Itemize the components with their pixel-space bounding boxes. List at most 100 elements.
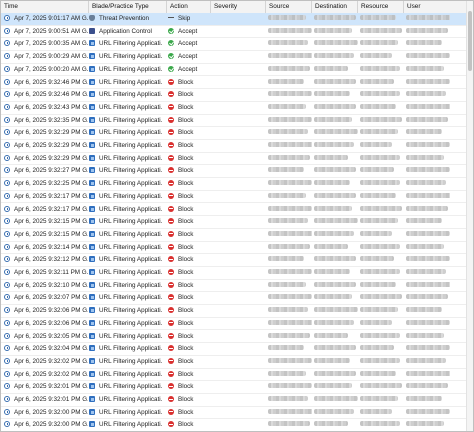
table-row[interactable]: Apr 7, 2025 9:00:35 AM G... URL Filtering… — [1, 38, 467, 52]
table-row[interactable]: Apr 6, 2025 9:32:35 PM G... URL Filtering… — [1, 115, 467, 128]
table-row[interactable]: Apr 6, 2025 9:32:06 PM G... URL Filtering… — [1, 318, 467, 331]
redacted-blur — [268, 281, 306, 287]
vertical-scrollbar[interactable] — [466, 1, 473, 431]
url-filtering-icon — [89, 383, 95, 390]
blade-cell: URL Filtering Applicati... — [89, 77, 163, 89]
redacted-blur — [360, 27, 402, 33]
time-cell: Apr 6, 2025 9:32:10 PM G... — [4, 280, 88, 292]
table-row[interactable]: Apr 6, 2025 9:32:01 PM G... URL Filtering… — [1, 381, 467, 394]
source-cell-redacted — [268, 216, 312, 228]
destination-cell-redacted — [314, 64, 358, 76]
table-row[interactable]: Apr 6, 2025 9:32:10 PM G... URL Filtering… — [1, 280, 467, 293]
time-cell: Apr 6, 2025 9:32:35 PM G... — [4, 115, 88, 127]
blade-text: URL Filtering Applicati... — [99, 243, 163, 251]
source-cell-redacted — [268, 280, 312, 292]
clock-icon — [4, 370, 10, 377]
table-row[interactable]: Apr 6, 2025 9:32:15 PM G... URL Filtering… — [1, 216, 467, 229]
action-cell: Block — [168, 381, 208, 393]
clock-icon — [4, 319, 10, 326]
action-cell: Block — [168, 102, 208, 114]
column-header-time[interactable]: Time — [1, 1, 89, 13]
clock-icon — [4, 281, 10, 288]
redacted-blur — [406, 396, 442, 401]
table-row[interactable]: Apr 6, 2025 9:32:29 PM G... URL Filtering… — [1, 153, 467, 166]
clock-icon — [4, 142, 10, 148]
table-row[interactable]: Apr 6, 2025 9:32:04 PM G... URL Filtering… — [1, 343, 467, 356]
table-row[interactable]: Apr 6, 2025 9:32:29 PM G... URL Filtering… — [1, 127, 467, 140]
resource-cell-redacted — [360, 127, 404, 139]
action-text: Block — [178, 396, 194, 403]
redacted-blur — [268, 357, 312, 363]
table-row[interactable]: Apr 6, 2025 9:32:17 PM G... URL Filtering… — [1, 204, 467, 217]
time-text: Apr 7, 2025 9:00:20 AM G... — [14, 65, 88, 73]
action-cell: Block — [168, 153, 208, 165]
table-row[interactable]: Apr 6, 2025 9:32:05 PM G... URL Filtering… — [1, 331, 467, 344]
url-filtering-icon — [89, 370, 95, 377]
table-row[interactable]: Apr 6, 2025 9:32:25 PM G... URL Filtering… — [1, 178, 467, 191]
resource-cell-redacted — [360, 216, 404, 228]
destination-cell-redacted — [314, 153, 358, 165]
table-row[interactable]: Apr 7, 2025 9:00:51 AM G... Application C… — [1, 26, 467, 39]
table-row[interactable]: Apr 6, 2025 9:32:02 PM G... URL Filtering… — [1, 369, 467, 382]
redacted-blur — [360, 65, 400, 71]
resource-cell-redacted — [360, 115, 404, 127]
column-header-user[interactable]: User — [404, 1, 467, 13]
table-row[interactable]: Apr 6, 2025 9:32:15 PM G... URL Filtering… — [1, 229, 467, 242]
table-row[interactable]: Apr 7, 2025 9:00:20 AM G... URL Filtering… — [1, 64, 467, 77]
column-header-severity[interactable]: Severity — [211, 1, 266, 13]
block-icon — [168, 281, 174, 288]
table-row[interactable]: Apr 6, 2025 9:32:12 PM G... URL Filtering… — [1, 254, 467, 267]
clock-icon — [4, 116, 10, 123]
table-row[interactable]: Apr 6, 2025 9:32:14 PM G... URL Filtering… — [1, 242, 467, 255]
redacted-blur — [360, 40, 398, 46]
redacted-blur — [360, 370, 396, 376]
blade-text: URL Filtering Applicati... — [99, 294, 163, 302]
redacted-blur — [268, 230, 312, 236]
action-text: Block — [178, 142, 194, 149]
blade-text: URL Filtering Applicati... — [99, 307, 163, 315]
url-filtering-icon — [89, 180, 95, 187]
redacted-blur — [314, 332, 348, 338]
table-row[interactable]: Apr 6, 2025 9:32:07 PM G... URL Filtering… — [1, 292, 467, 306]
table-row[interactable]: Apr 6, 2025 9:32:02 PM G... URL Filtering… — [1, 356, 467, 369]
column-header-destination[interactable]: Destination — [312, 1, 358, 13]
table-row[interactable]: Apr 6, 2025 9:32:43 PM G... URL Filtering… — [1, 102, 467, 115]
table-row[interactable]: Apr 7, 2025 9:00:29 AM G... URL Filtering… — [1, 51, 467, 64]
table-row[interactable]: Apr 6, 2025 9:32:11 PM G... URL Filtering… — [1, 267, 467, 280]
url-filtering-icon — [89, 256, 95, 263]
scrollbar-thumb[interactable] — [468, 11, 472, 71]
table-row[interactable]: Apr 6, 2025 9:32:27 PM G... URL Filtering… — [1, 165, 467, 179]
time-cell: Apr 6, 2025 9:32:17 PM G... — [4, 191, 88, 203]
redacted-blur — [268, 307, 308, 313]
table-row[interactable]: Apr 6, 2025 9:32:00 PM G... URL Filtering… — [1, 419, 467, 431]
redacted-blur — [314, 421, 348, 427]
blade-cell: Application Control — [89, 26, 163, 38]
column-header-blade[interactable]: Blade/Practice Type — [89, 1, 167, 13]
redacted-blur — [360, 332, 400, 338]
table-row[interactable]: Apr 6, 2025 9:32:46 PM G... URL Filtering… — [1, 77, 467, 90]
user-cell-redacted — [406, 127, 450, 139]
redacted-blur — [360, 345, 394, 351]
table-row[interactable]: Apr 7, 2025 9:01:17 AM G... Threat Preven… — [1, 13, 467, 26]
redacted-blur — [406, 357, 446, 363]
column-header-resource[interactable]: Resource — [358, 1, 404, 13]
user-cell-redacted — [406, 26, 450, 38]
table-row[interactable]: Apr 6, 2025 9:32:17 PM G... URL Filtering… — [1, 191, 467, 204]
redacted-blur — [314, 357, 350, 363]
table-row[interactable]: Apr 6, 2025 9:32:46 PM G... URL Filtering… — [1, 89, 467, 102]
redacted-blur — [360, 281, 396, 287]
column-header-source[interactable]: Source — [266, 1, 312, 13]
redacted-blur — [360, 192, 396, 198]
table-row[interactable]: Apr 6, 2025 9:32:00 PM G... URL Filtering… — [1, 407, 467, 420]
table-row[interactable]: Apr 6, 2025 9:32:01 PM G... URL Filtering… — [1, 394, 467, 407]
action-text: Block — [178, 205, 194, 213]
table-row[interactable]: Apr 6, 2025 9:32:06 PM G... URL Filtering… — [1, 305, 467, 318]
table-row[interactable]: Apr 6, 2025 9:32:29 PM G... URL Filtering… — [1, 140, 467, 153]
source-cell-redacted — [268, 292, 312, 304]
column-header-action[interactable]: Action — [167, 1, 211, 13]
block-icon — [168, 269, 174, 275]
redacted-blur — [268, 129, 308, 135]
resource-cell-redacted — [360, 178, 404, 190]
destination-cell-redacted — [314, 369, 358, 381]
blade-cell: URL Filtering Applicati... — [89, 64, 163, 76]
